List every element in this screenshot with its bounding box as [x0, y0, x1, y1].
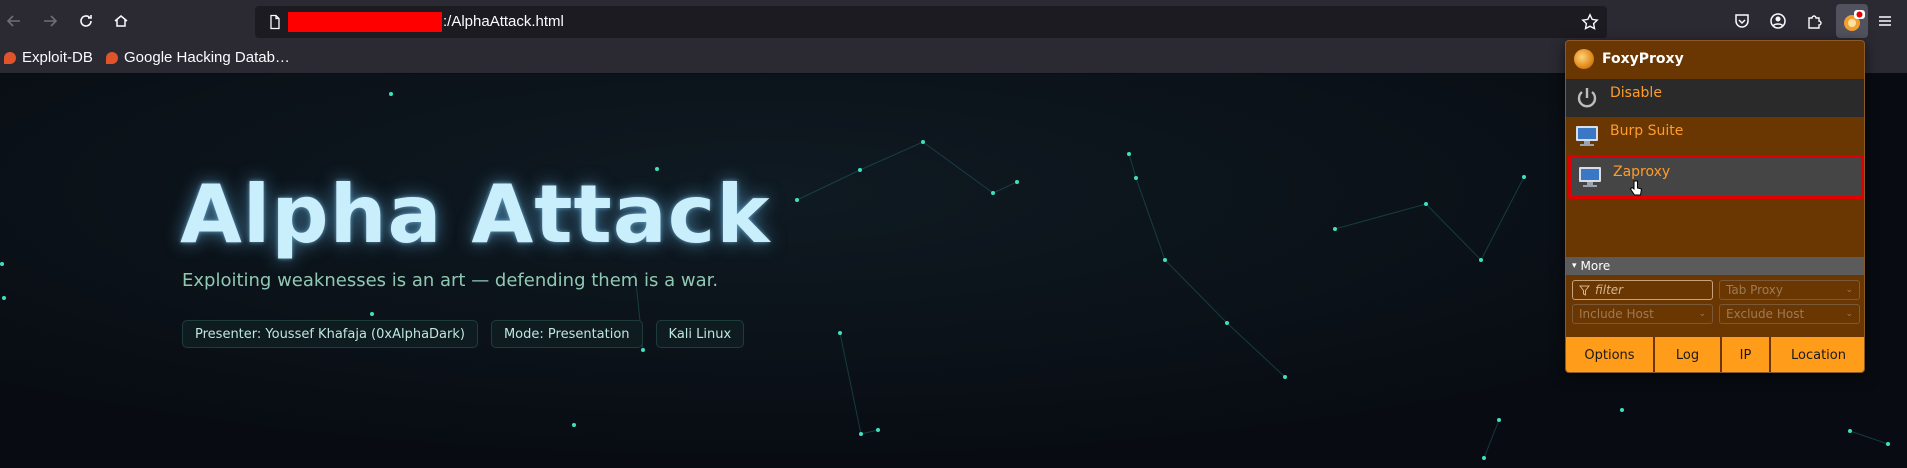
bookmark-label: Exploit-DB — [22, 49, 93, 66]
foxyproxy-popup: FoxyProxy Disable Burp Suite Zaproxy ▾ M… — [1565, 40, 1865, 373]
page-title: Alpha Attack — [180, 168, 771, 261]
home-icon — [114, 15, 128, 27]
include-host-label: Include Host — [1579, 307, 1654, 321]
exclude-host-label: Exclude Host — [1726, 307, 1805, 321]
mode-chip: Mode: Presentation — [490, 320, 643, 348]
location-button[interactable]: Location — [1771, 337, 1864, 372]
proxy-item-burp-suite[interactable]: Burp Suite — [1566, 117, 1864, 155]
tab-proxy-select[interactable]: Tab Proxy ⌄ — [1719, 280, 1860, 300]
reload-icon — [80, 15, 92, 27]
log-button[interactable]: Log — [1655, 337, 1720, 372]
more-label: More — [1580, 259, 1611, 273]
url-redaction — [288, 12, 442, 32]
exploit-db-icon — [106, 51, 118, 64]
arrow-right-icon — [44, 15, 58, 27]
bookmark-star-icon[interactable] — [1581, 13, 1599, 31]
os-chip: Kali Linux — [655, 320, 745, 348]
page-icon — [270, 14, 280, 30]
arrow-left-icon — [6, 15, 20, 27]
page-subtitle: Exploiting weaknesses is an art — defend… — [182, 270, 719, 291]
monitor-icon — [1579, 167, 1601, 187]
presenter-chip: Presenter: Youssef Khafaja (0xAlphaDark) — [182, 320, 478, 348]
bookmark-label: Google Hacking Datab… — [124, 49, 290, 66]
filter-input[interactable]: filter — [1572, 280, 1713, 300]
reload-button[interactable] — [74, 9, 98, 33]
proxy-item-zaproxy[interactable]: Zaproxy — [1568, 155, 1864, 199]
include-host-select[interactable]: Include Host ⌄ — [1572, 304, 1713, 324]
home-button[interactable] — [109, 9, 133, 33]
chevron-down-icon: ⌄ — [1845, 285, 1853, 295]
foxyproxy-logo-icon — [1574, 49, 1594, 69]
bookmark-google-hacking[interactable]: Google Hacking Datab… — [106, 49, 290, 66]
hand-cursor-icon — [1629, 180, 1643, 196]
proxy-item-label: Zaproxy — [1613, 164, 1671, 180]
triangle-down-icon: ▾ — [1572, 261, 1577, 271]
options-button[interactable]: Options — [1566, 337, 1653, 372]
monitor-icon — [1576, 126, 1598, 146]
popup-title: FoxyProxy — [1602, 51, 1684, 67]
popup-footer: Options Log IP Location — [1566, 337, 1864, 372]
foxyproxy-toolbar-button[interactable] — [1836, 4, 1868, 38]
ip-button[interactable]: IP — [1722, 337, 1769, 372]
proxy-item-label: Disable — [1610, 85, 1662, 101]
host-row: Include Host ⌄ Exclude Host ⌄ — [1572, 304, 1860, 324]
address-bar[interactable]: :/AlphaAttack.html — [255, 6, 1607, 38]
back-button[interactable] — [2, 9, 26, 33]
pocket-icon[interactable] — [1731, 10, 1753, 32]
filter-placeholder: filter — [1595, 283, 1624, 297]
exploit-db-icon — [4, 51, 16, 64]
foxyproxy-icon — [1844, 10, 1865, 31]
more-section-toggle[interactable]: ▾ More — [1566, 257, 1864, 275]
url-text: :/AlphaAttack.html — [443, 13, 564, 30]
extensions-icon[interactable] — [1803, 10, 1825, 32]
browser-toolbar: :/AlphaAttack.html — [0, 0, 1907, 42]
chevron-down-icon: ⌄ — [1698, 309, 1706, 319]
account-icon[interactable] — [1767, 10, 1789, 32]
power-icon — [1577, 88, 1597, 108]
menu-icon[interactable] — [1874, 10, 1896, 32]
chevron-down-icon: ⌄ — [1845, 309, 1853, 319]
proxy-item-disable[interactable]: Disable — [1566, 79, 1864, 117]
exclude-host-select[interactable]: Exclude Host ⌄ — [1719, 304, 1860, 324]
tab-proxy-label: Tab Proxy — [1726, 283, 1783, 297]
forward-button[interactable] — [38, 9, 62, 33]
proxy-item-label: Burp Suite — [1610, 123, 1684, 139]
filter-icon — [1579, 285, 1590, 296]
popup-header: FoxyProxy — [1566, 41, 1864, 77]
filter-row: filter Tab Proxy ⌄ — [1572, 280, 1860, 300]
bookmark-exploit-db[interactable]: Exploit-DB — [4, 49, 93, 66]
info-chips: Presenter: Youssef Khafaja (0xAlphaDark)… — [182, 320, 745, 348]
